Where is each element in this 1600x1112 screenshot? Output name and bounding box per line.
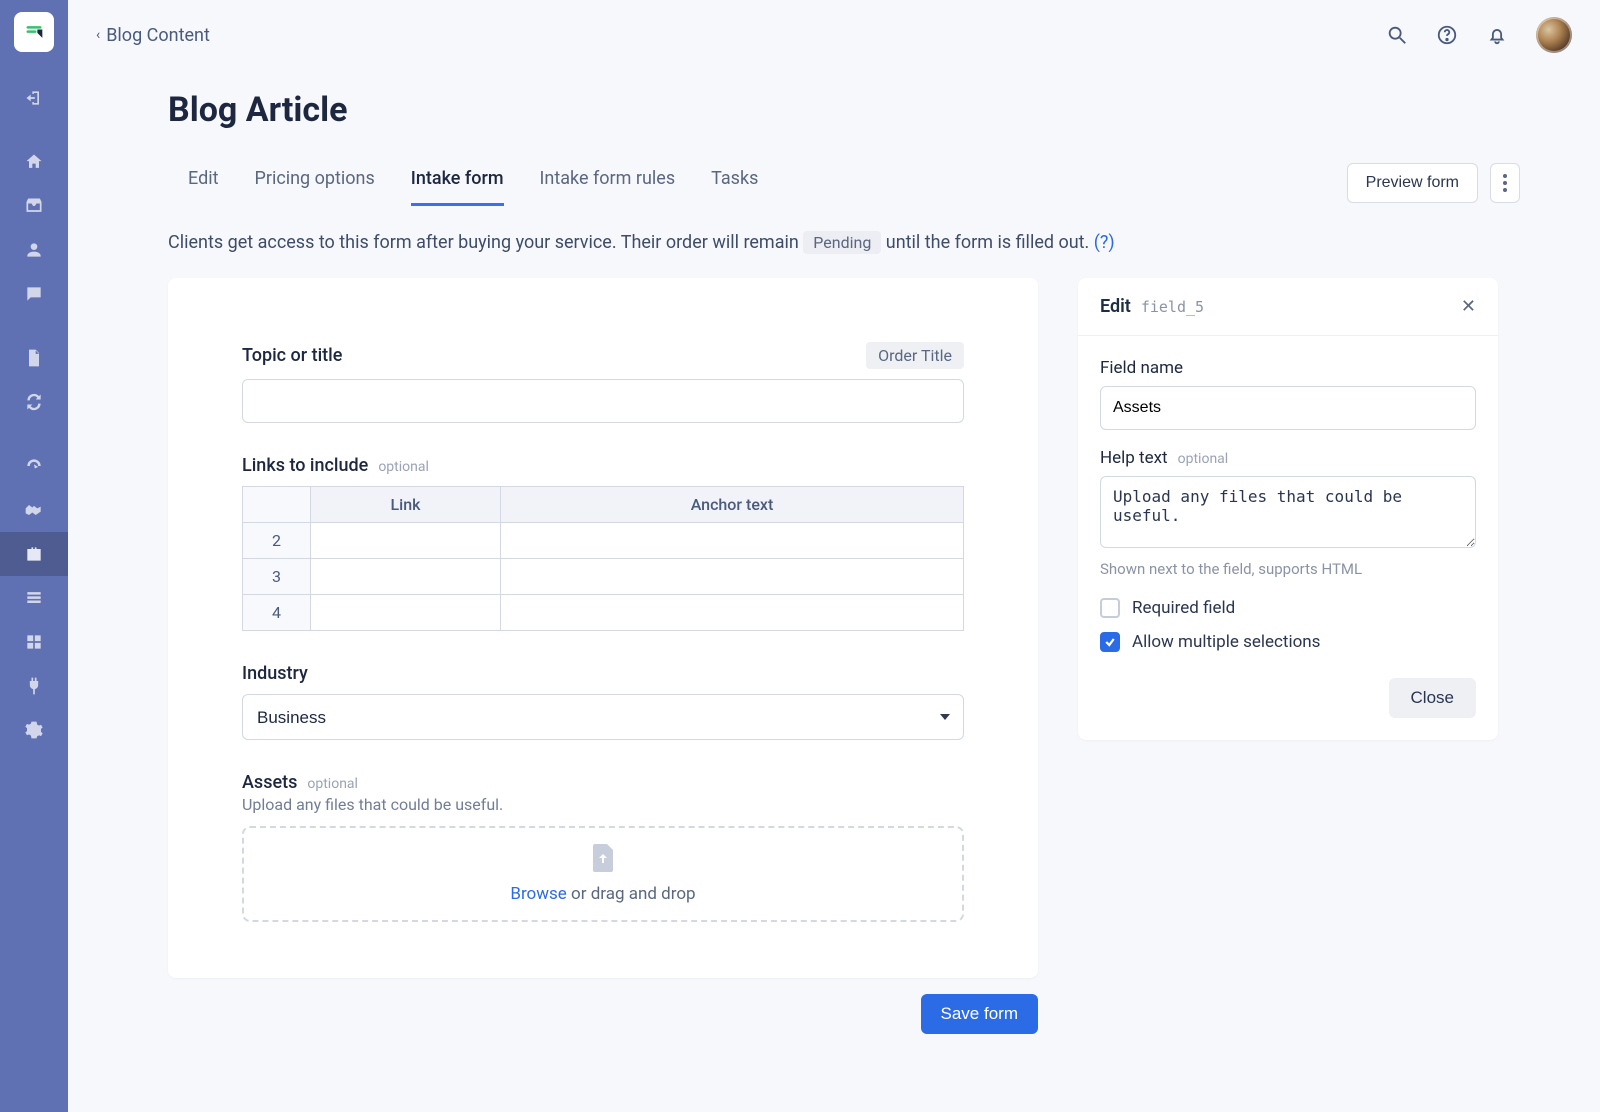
- file-upload-icon: [591, 844, 615, 876]
- status-badge: Pending: [803, 231, 881, 254]
- help-text-input[interactable]: [1100, 476, 1476, 548]
- app-logo[interactable]: [14, 12, 54, 52]
- sidebar-icon-dashboard[interactable]: [0, 444, 68, 488]
- field-id-code: field_5: [1141, 298, 1204, 316]
- page-title: Blog Article: [168, 90, 1520, 130]
- field-links-label: Links to include optional: [242, 455, 429, 476]
- tabs: Edit Pricing options Intake form Intake …: [168, 160, 758, 206]
- close-icon[interactable]: ✕: [1461, 296, 1476, 317]
- breadcrumb-label: Blog Content: [106, 25, 210, 46]
- tab-tasks[interactable]: Tasks: [711, 160, 758, 206]
- sidebar-icon-settings[interactable]: [0, 708, 68, 752]
- sidebar-icon-handshake[interactable]: [0, 488, 68, 532]
- multiple-label: Allow multiple selections: [1132, 632, 1320, 652]
- sidebar-icon-grid[interactable]: [0, 620, 68, 664]
- table-row: 3: [243, 559, 964, 595]
- sidebar-icon-chat[interactable]: [0, 272, 68, 316]
- bell-icon[interactable]: [1486, 24, 1508, 46]
- tabs-row: Edit Pricing options Intake form Intake …: [168, 160, 1520, 207]
- save-form-button[interactable]: Save form: [921, 994, 1038, 1034]
- preview-form-button[interactable]: Preview form: [1347, 163, 1478, 203]
- kebab-icon: [1503, 174, 1507, 192]
- field-industry: Industry Business: [242, 663, 964, 740]
- field-topic-label: Topic or title: [242, 345, 342, 366]
- field-links: Links to include optional Link Anchor te…: [242, 455, 964, 631]
- more-menu-button[interactable]: [1490, 163, 1520, 203]
- required-label: Required field: [1132, 598, 1235, 618]
- sidebar-icon-plug[interactable]: [0, 664, 68, 708]
- close-panel-button[interactable]: Close: [1389, 678, 1476, 718]
- sidebar-icon-document[interactable]: [0, 336, 68, 380]
- tab-intake[interactable]: Intake form: [411, 160, 504, 206]
- upload-text: Browse or drag and drop: [510, 884, 695, 904]
- order-title-badge: Order Title: [866, 342, 964, 369]
- assets-help-text: Upload any files that could be useful.: [242, 795, 964, 814]
- links-header-link: Link: [311, 487, 501, 523]
- field-assets: Assets optional Upload any files that co…: [242, 772, 964, 922]
- info-note: Clients get access to this form after bu…: [168, 231, 1520, 254]
- browse-link[interactable]: Browse: [510, 884, 566, 904]
- multiple-selections-row[interactable]: Allow multiple selections: [1100, 632, 1476, 652]
- anchor-cell[interactable]: [501, 595, 964, 631]
- multiple-checkbox[interactable]: [1100, 632, 1120, 652]
- sidebar: [0, 0, 68, 1112]
- tab-edit[interactable]: Edit: [188, 160, 218, 206]
- search-icon[interactable]: [1386, 24, 1408, 46]
- form-card: Topic or title Order Title Links to incl…: [168, 278, 1038, 978]
- required-checkbox[interactable]: [1100, 598, 1120, 618]
- help-icon[interactable]: [1436, 24, 1458, 46]
- industry-select[interactable]: Business: [242, 694, 964, 740]
- field-name-input[interactable]: [1100, 386, 1476, 430]
- field-name-label: Field name: [1100, 358, 1476, 378]
- links-header-rownum: [243, 487, 311, 523]
- avatar[interactable]: [1536, 17, 1572, 53]
- required-field-row[interactable]: Required field: [1100, 598, 1476, 618]
- sidebar-icon-enter[interactable]: [0, 76, 68, 120]
- link-cell[interactable]: [311, 595, 501, 631]
- sidebar-icon-home[interactable]: [0, 140, 68, 184]
- links-header-anchor: Anchor text: [501, 487, 964, 523]
- edit-field-panel: Edit field_5 ✕ Field name Help text opti…: [1078, 278, 1498, 740]
- chevron-left-icon: ‹: [96, 27, 100, 43]
- topbar: ‹ Blog Content: [68, 0, 1600, 70]
- field-industry-label: Industry: [242, 663, 308, 684]
- panel-title: Edit field_5: [1100, 296, 1204, 317]
- sidebar-icon-user[interactable]: [0, 228, 68, 272]
- topic-input[interactable]: [242, 379, 964, 423]
- note-help-link[interactable]: (?): [1094, 232, 1115, 253]
- help-text-hint: Shown next to the field, supports HTML: [1100, 560, 1476, 578]
- sidebar-icon-inbox[interactable]: [0, 184, 68, 228]
- upload-dropzone[interactable]: Browse or drag and drop: [242, 826, 964, 922]
- table-row: 4: [243, 595, 964, 631]
- link-cell[interactable]: [311, 559, 501, 595]
- field-topic: Topic or title Order Title: [242, 342, 964, 423]
- sidebar-icon-briefcase[interactable]: [0, 532, 68, 576]
- table-row: 2: [243, 523, 964, 559]
- links-table: Link Anchor text 2 3: [242, 486, 964, 631]
- anchor-cell[interactable]: [501, 559, 964, 595]
- sidebar-icon-list[interactable]: [0, 576, 68, 620]
- field-assets-label: Assets optional: [242, 772, 358, 793]
- help-text-label: Help text optional: [1100, 448, 1476, 468]
- main-content: Blog Article Edit Pricing options Intake…: [68, 70, 1600, 1112]
- anchor-cell[interactable]: [501, 523, 964, 559]
- tab-rules[interactable]: Intake form rules: [540, 160, 676, 206]
- link-cell[interactable]: [311, 523, 501, 559]
- breadcrumb[interactable]: ‹ Blog Content: [96, 25, 210, 46]
- tab-pricing[interactable]: Pricing options: [254, 160, 374, 206]
- sidebar-icon-sync[interactable]: [0, 380, 68, 424]
